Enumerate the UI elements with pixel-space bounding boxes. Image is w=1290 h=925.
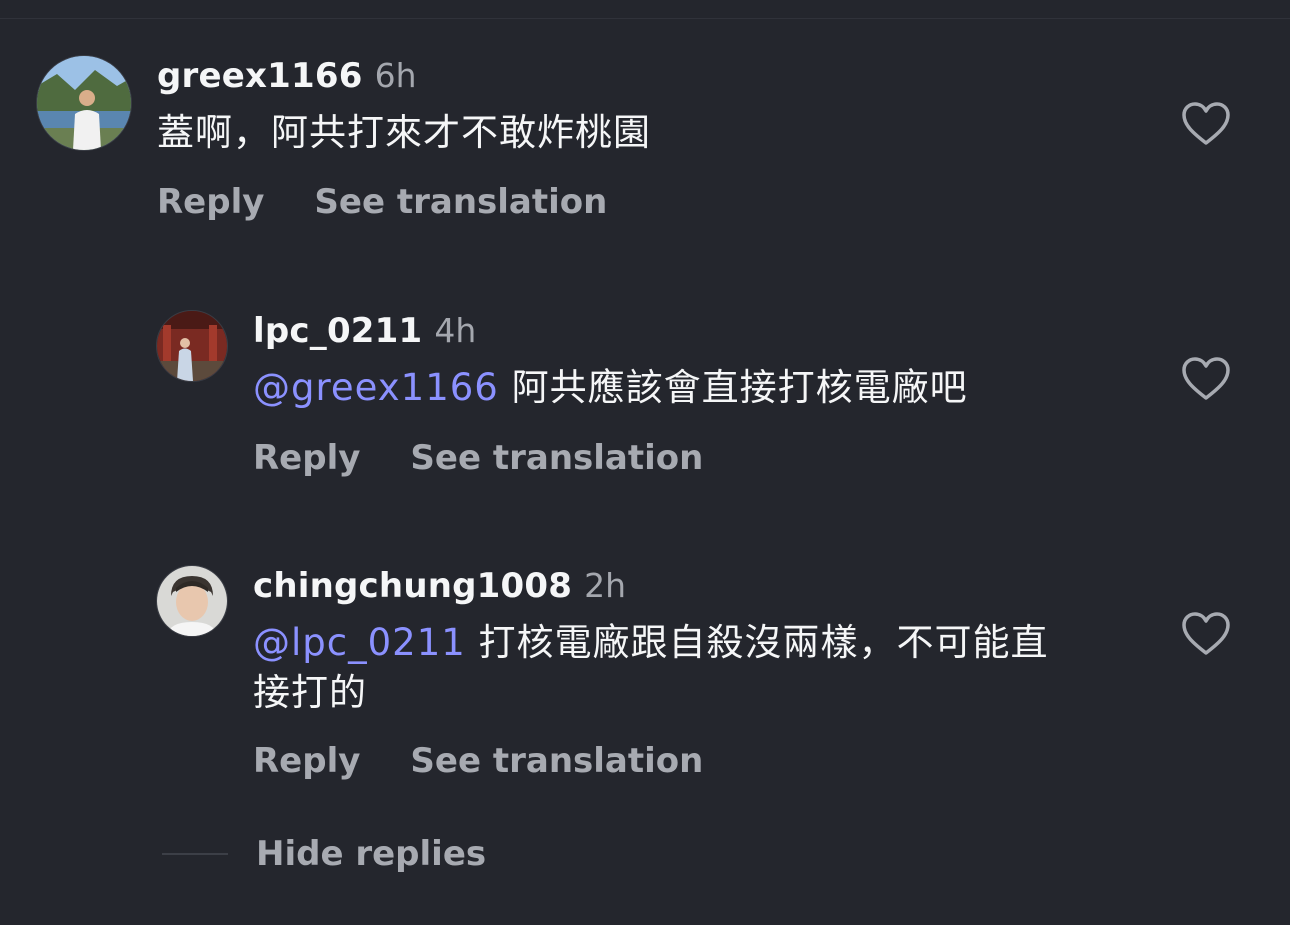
comment-header: chingchung1008 2h [253, 566, 626, 606]
mention-link[interactable]: @lpc_0211 [253, 621, 466, 664]
comment-text: @greex1166 阿共應該會直接打核電廠吧 [253, 363, 968, 413]
heart-outline-icon[interactable] [1181, 356, 1231, 402]
mention-link[interactable]: @greex1166 [253, 366, 499, 409]
reply-button[interactable]: Reply [253, 741, 360, 781]
heart-outline-icon[interactable] [1181, 611, 1231, 657]
avatar[interactable] [156, 310, 228, 382]
username[interactable]: chingchung1008 [253, 566, 572, 606]
avatar-photo-icon [157, 311, 227, 381]
comment-text: 蓋啊，阿共打來才不敢炸桃園 [157, 108, 651, 158]
reply-button[interactable]: Reply [253, 438, 360, 478]
heart-outline-icon[interactable] [1181, 101, 1231, 147]
reply-button[interactable]: Reply [157, 182, 264, 222]
divider-line [162, 853, 228, 855]
see-translation-button[interactable]: See translation [410, 438, 703, 478]
username[interactable]: lpc_0211 [253, 311, 422, 351]
comment-body-continued: 接打的 [253, 671, 367, 714]
timestamp: 6h [374, 56, 417, 95]
avatar-photo-icon [157, 566, 227, 636]
see-translation-button[interactable]: See translation [314, 182, 607, 222]
comments-thread: greex1166 6h 蓋啊，阿共打來才不敢炸桃園 Reply See trans… [0, 0, 1290, 925]
comment-actions: Reply See translation [157, 182, 607, 222]
comment-body: 打核電廠跟自殺沒兩樣，不可能直 [478, 621, 1049, 664]
timestamp: 4h [434, 311, 477, 350]
avatar-photo-icon [37, 56, 131, 150]
comment-actions: Reply See translation [253, 438, 703, 478]
comment-body: 阿共應該會直接打核電廠吧 [511, 366, 968, 409]
comment-body: 蓋啊，阿共打來才不敢炸桃園 [157, 111, 651, 154]
see-translation-button[interactable]: See translation [410, 741, 703, 781]
hide-replies-button[interactable]: Hide replies [256, 832, 486, 876]
avatar[interactable] [156, 565, 228, 637]
hide-replies-row: Hide replies [0, 832, 1290, 882]
top-divider [0, 18, 1290, 19]
comment-header: lpc_0211 4h [253, 311, 476, 351]
avatar[interactable] [36, 55, 132, 151]
timestamp: 2h [584, 566, 627, 605]
comment-header: greex1166 6h [157, 56, 417, 96]
comment-actions: Reply See translation [253, 741, 703, 781]
username[interactable]: greex1166 [157, 56, 363, 96]
comment-text: @lpc_0211 打核電廠跟自殺沒兩樣，不可能直接打的 [253, 618, 1133, 718]
